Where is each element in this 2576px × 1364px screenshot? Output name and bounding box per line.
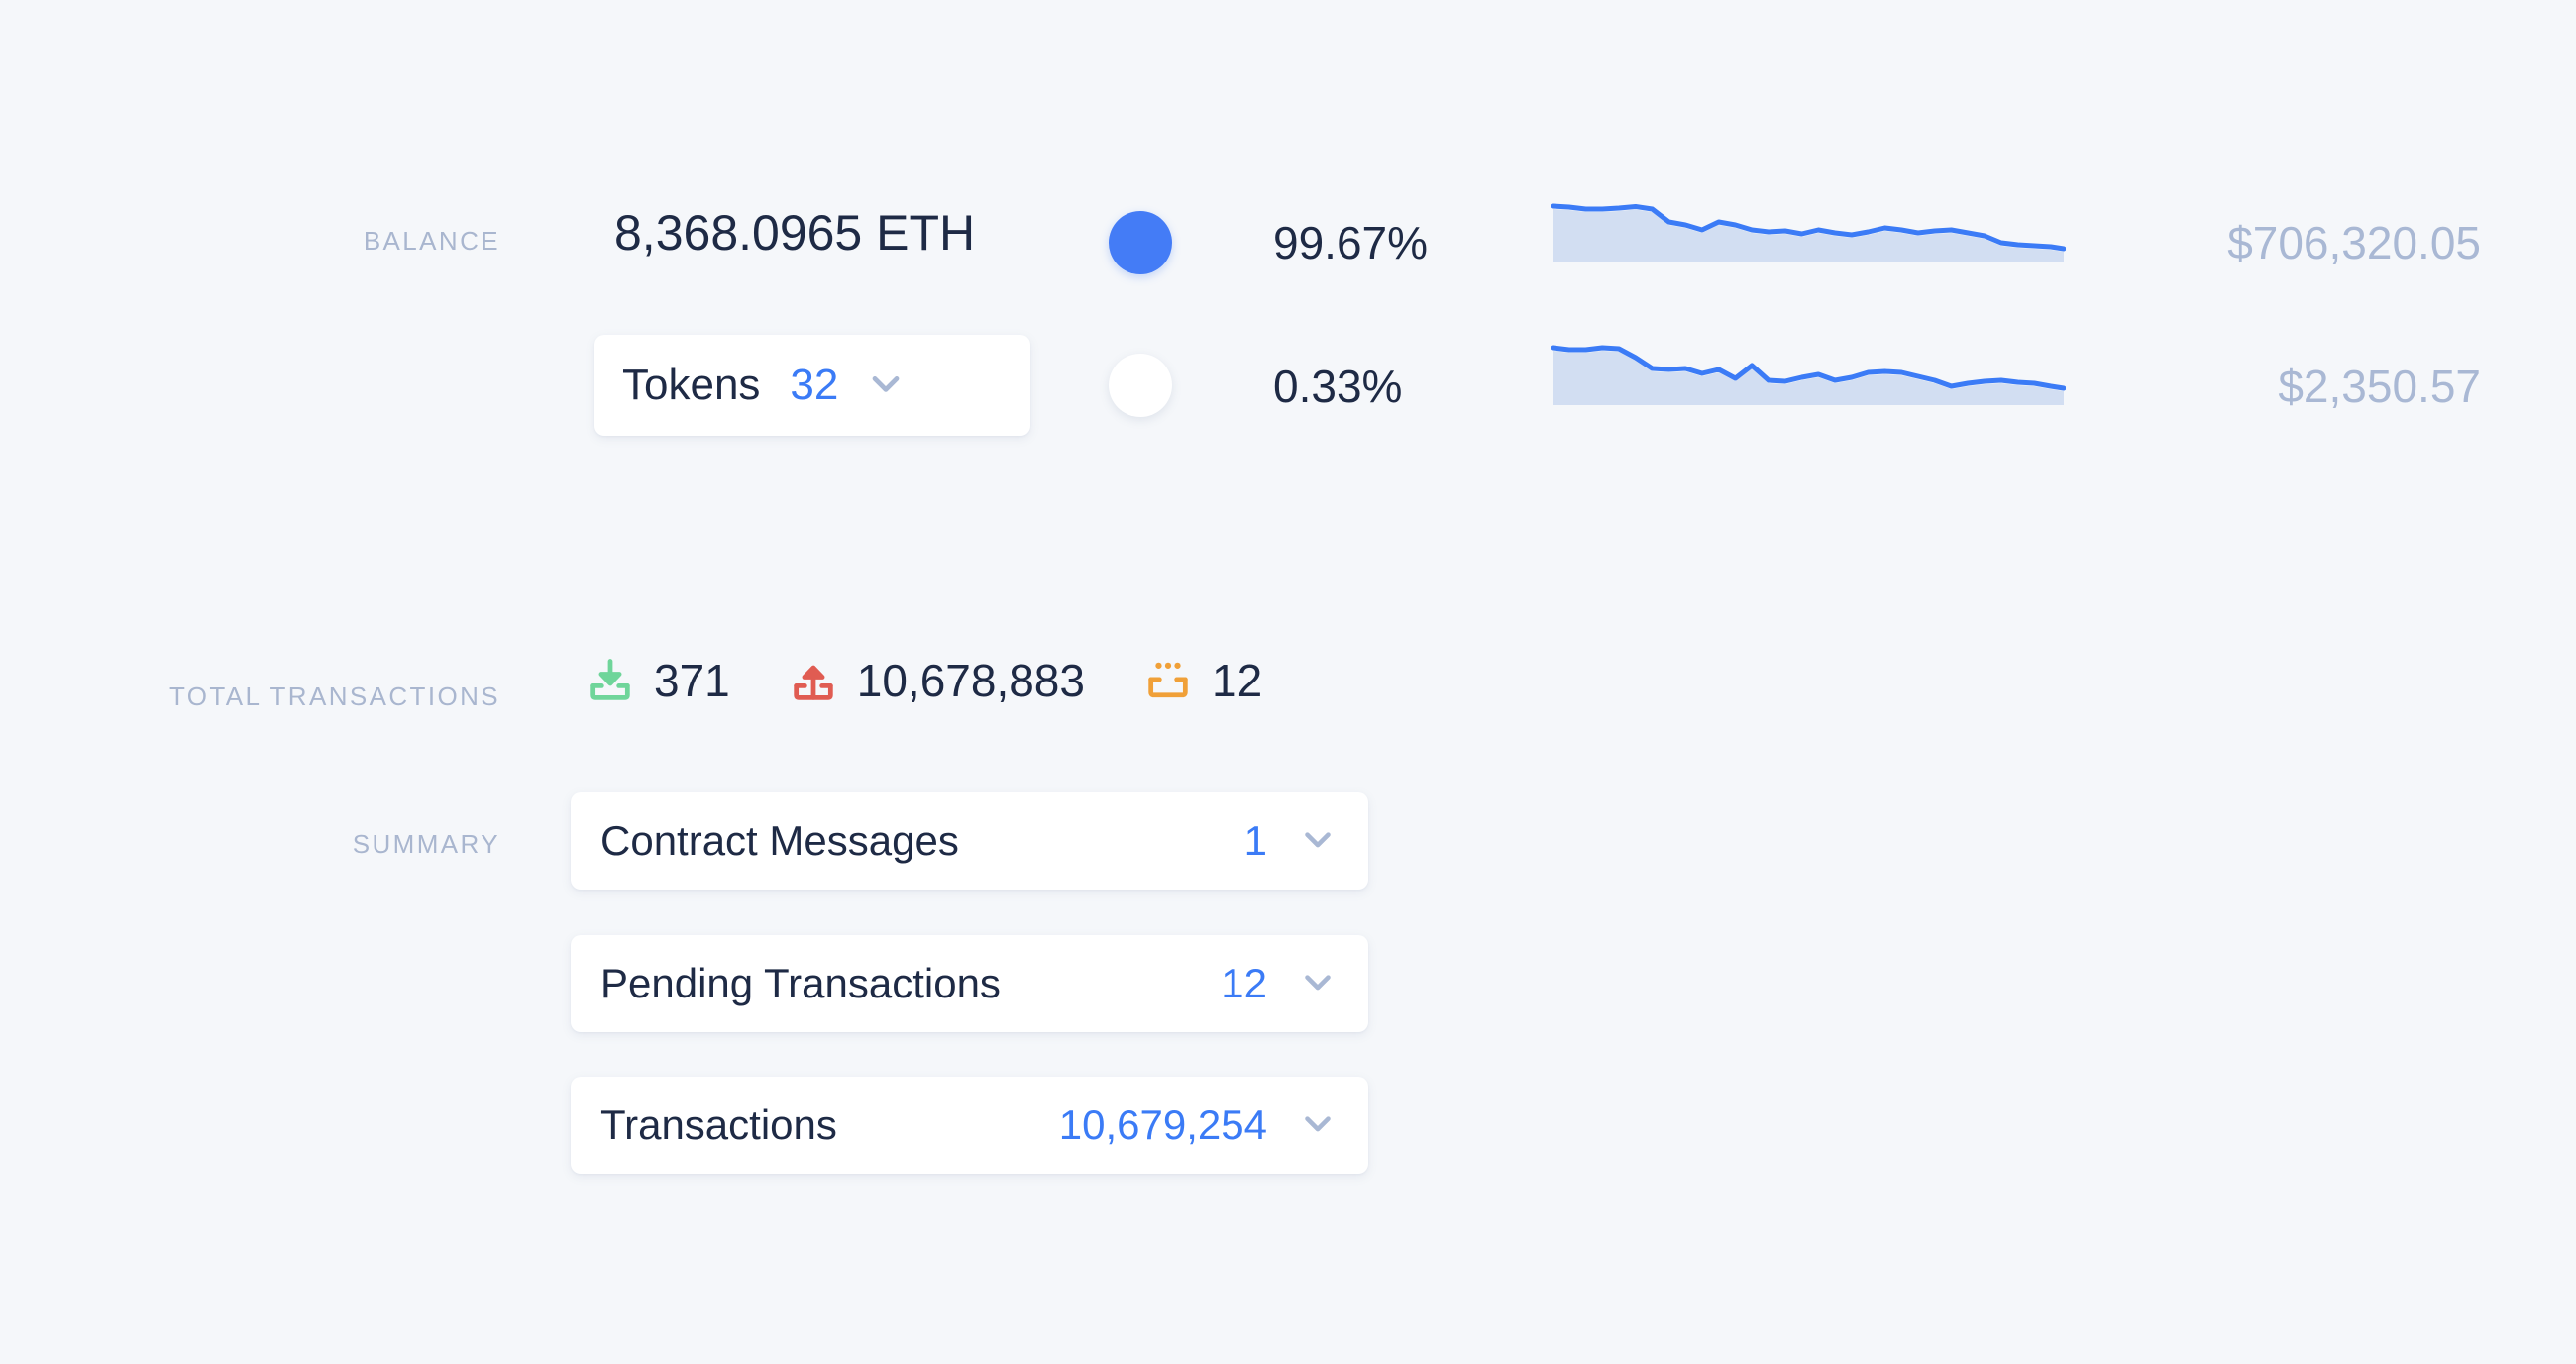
summary-row-label: SUMMARY xyxy=(352,829,500,859)
eth-balance-sparkline-svg xyxy=(1551,203,2066,262)
chevron-down-icon[interactable] xyxy=(1297,818,1339,865)
total-transactions-row-label: TOTAL TRANSACTIONS xyxy=(168,682,500,711)
balance-percent-eth: 99.67% xyxy=(1273,217,1429,268)
transactions-out-item[interactable]: 10,678,883 xyxy=(788,654,1085,707)
summary-item-pending-transactions[interactable]: Pending Transactions 12 xyxy=(571,935,1368,1032)
chevron-down-icon[interactable] xyxy=(1297,1102,1339,1149)
balance-percent-tokens: 0.33% xyxy=(1273,361,1403,412)
balance-indicator-dot-eth xyxy=(1109,211,1172,274)
tokens-balance-sparkline xyxy=(1551,332,2066,411)
chevron-down-icon[interactable] xyxy=(1297,961,1339,1007)
summary-item-label: Contract Messages xyxy=(600,817,959,864)
tokens-balance-sparkline-svg xyxy=(1551,345,2066,405)
balance-row-label: BALANCE xyxy=(363,226,500,256)
chevron-down-icon[interactable] xyxy=(864,362,908,410)
transactions-pending-item[interactable]: 12 xyxy=(1142,654,1262,707)
eth-balance-sparkline xyxy=(1551,188,2066,267)
tokens-label: Tokens xyxy=(622,361,761,409)
summary-item-value: 12 xyxy=(1221,960,1267,1006)
inbox-download-icon xyxy=(585,655,636,706)
balance-indicator-dot-tokens xyxy=(1109,354,1172,417)
account-overview-panel: BALANCE 8,368.0965 ETH Tokens 32 99.67% … xyxy=(0,0,2576,1364)
summary-item-value: 1 xyxy=(1243,817,1267,864)
summary-item-label: Transactions xyxy=(600,1102,837,1148)
summary-item-label: Pending Transactions xyxy=(600,960,1001,1006)
usd-value-tokens: $2,350.57 xyxy=(2278,361,2481,412)
transactions-in-item[interactable]: 371 xyxy=(585,654,730,707)
transactions-in-value: 371 xyxy=(654,655,730,706)
summary-item-value: 10,679,254 xyxy=(1058,1102,1267,1148)
pending-tray-icon xyxy=(1142,655,1194,706)
usd-value-eth: $706,320.05 xyxy=(2227,217,2481,268)
tokens-dropdown[interactable]: Tokens 32 xyxy=(594,335,1030,436)
summary-item-transactions[interactable]: Transactions 10,679,254 xyxy=(571,1077,1368,1174)
total-transactions-values: 371 10,678,883 12 xyxy=(585,654,1262,707)
eth-balance-amount: 8,368.0965 ETH xyxy=(614,205,976,261)
transactions-out-value: 10,678,883 xyxy=(856,655,1085,706)
tokens-count: 32 xyxy=(790,361,839,409)
summary-item-contract-messages[interactable]: Contract Messages 1 xyxy=(571,792,1368,890)
transactions-pending-value: 12 xyxy=(1211,655,1263,706)
outbox-upload-icon xyxy=(788,655,839,706)
